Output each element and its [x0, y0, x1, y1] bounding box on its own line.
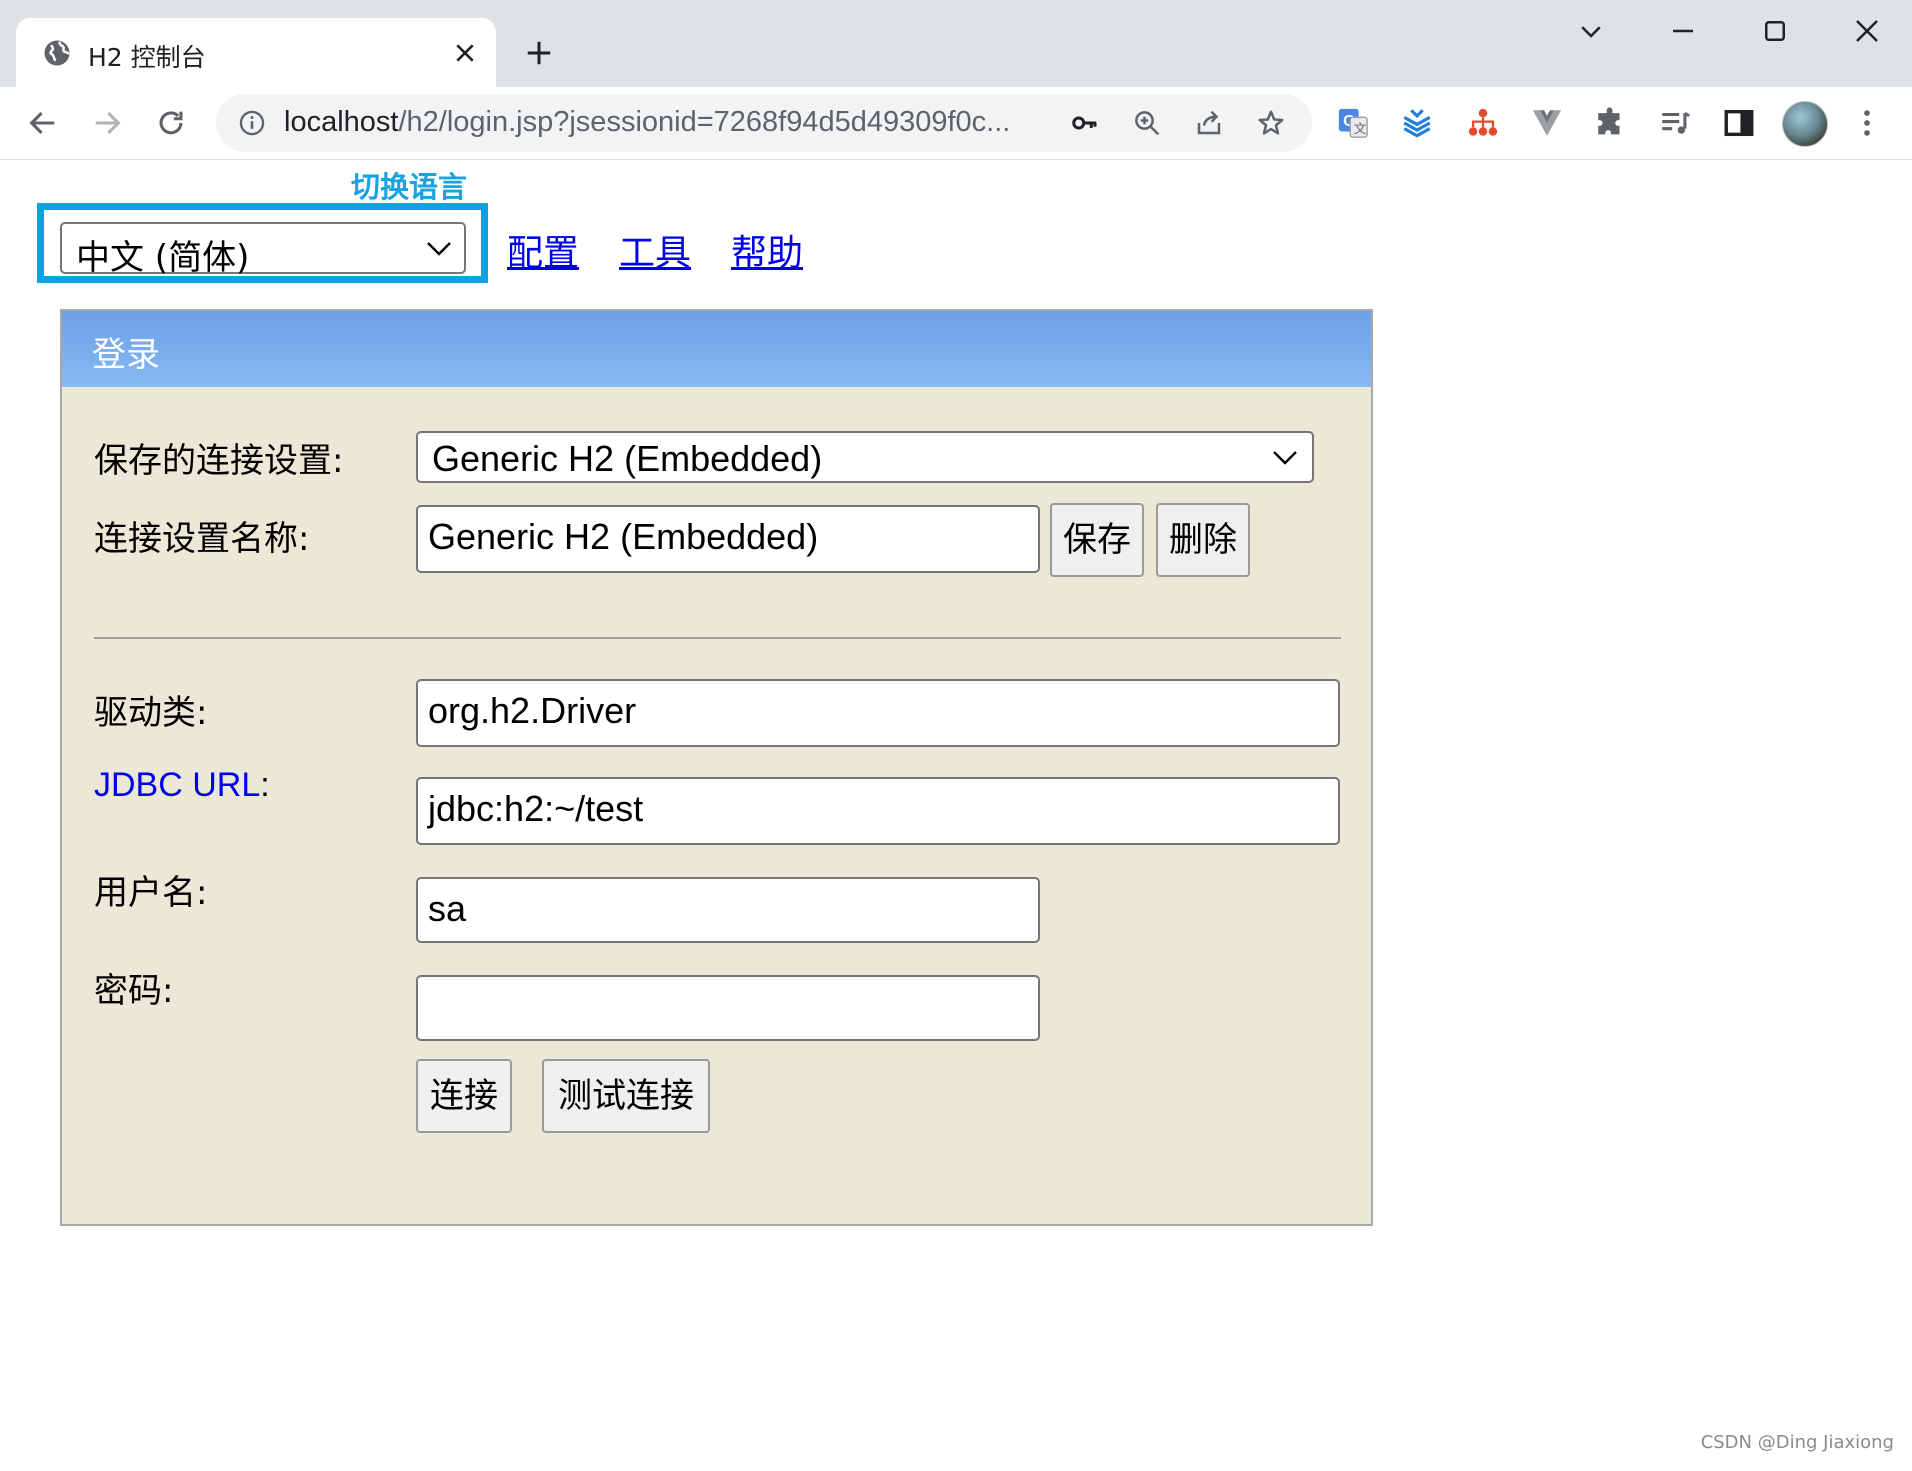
svg-text:文: 文: [1354, 122, 1367, 137]
driver-label: 驱动类:: [94, 693, 208, 733]
test-connection-button[interactable]: 测试连接: [542, 1059, 710, 1133]
jdbc-url-label: JDBC URL:: [94, 765, 270, 805]
reload-icon[interactable]: [154, 106, 188, 140]
extension-stack-icon[interactable]: [1400, 106, 1434, 140]
saved-settings-label: 保存的连接设置:: [94, 441, 344, 481]
vue-devtools-icon[interactable]: [1530, 106, 1564, 140]
settings-link[interactable]: 配置: [507, 224, 579, 276]
login-title: 登录: [92, 335, 160, 375]
watermark: CSDN @Ding Jiaxiong: [1700, 1432, 1894, 1453]
delete-button[interactable]: 删除: [1156, 503, 1250, 577]
language-select[interactable]: 中文 (简体): [60, 222, 466, 278]
side-panel-icon[interactable]: [1722, 106, 1756, 140]
driver-value: org.h2.Driver: [428, 690, 637, 731]
login-header: 登录: [62, 311, 1371, 387]
back-icon[interactable]: [26, 106, 60, 140]
globe-icon: [44, 40, 70, 66]
login-panel: 登录 保存的连接设置: Generic H2 (Embedded) 连接设置名称…: [60, 309, 1373, 1226]
password-label: 密码:: [94, 971, 174, 1011]
browser-tabstrip: H2 控制台: [0, 0, 1912, 87]
annotation-label: 切换语言: [351, 170, 468, 204]
jdbc-url-link[interactable]: JDBC URL: [94, 766, 260, 804]
close-icon[interactable]: [454, 42, 476, 64]
star-icon[interactable]: [1256, 108, 1286, 138]
puzzle-icon[interactable]: [1594, 106, 1628, 140]
profile-avatar[interactable]: [1782, 101, 1828, 147]
save-button[interactable]: 保存: [1050, 503, 1144, 577]
address-bar[interactable]: localhost/h2/login.jsp?jsessionid=7268f9…: [216, 94, 1312, 152]
window-close-icon[interactable]: [1852, 16, 1882, 46]
tab-title: H2 控制台: [88, 43, 206, 72]
browser-tab[interactable]: H2 控制台: [16, 18, 496, 87]
tools-link[interactable]: 工具: [619, 224, 691, 276]
zoom-icon[interactable]: [1132, 108, 1162, 138]
chevron-down-icon[interactable]: [1576, 16, 1606, 46]
url-text[interactable]: localhost/h2/login.jsp?jsessionid=7268f9…: [284, 106, 1064, 139]
extension-tree-icon[interactable]: [1466, 106, 1500, 140]
setting-name-input[interactable]: Generic H2 (Embedded): [416, 505, 1040, 573]
saved-settings-select[interactable]: Generic H2 (Embedded): [416, 431, 1314, 483]
minimize-icon[interactable]: [1668, 16, 1698, 46]
forward-icon[interactable]: [90, 106, 124, 140]
user-name-input[interactable]: sa: [416, 877, 1040, 943]
saved-settings-value: Generic H2 (Embedded): [432, 438, 823, 479]
jdbc-url-colon: :: [260, 766, 270, 804]
connect-button[interactable]: 连接: [416, 1059, 512, 1133]
driver-input[interactable]: org.h2.Driver: [416, 679, 1340, 747]
chevron-down-icon: [1273, 451, 1297, 465]
setting-name-label: 连接设置名称:: [94, 519, 310, 559]
info-icon[interactable]: [238, 109, 266, 137]
maximize-icon[interactable]: [1760, 16, 1790, 46]
new-tab-icon[interactable]: [524, 38, 554, 68]
help-link[interactable]: 帮助: [731, 224, 803, 276]
jdbc-url-input[interactable]: jdbc:h2:~/test: [416, 777, 1340, 845]
url-path: /h2/login.jsp?jsessionid=7268f94d5d49309…: [398, 106, 1011, 138]
key-icon[interactable]: [1070, 108, 1100, 138]
setting-name-value: Generic H2 (Embedded): [428, 516, 819, 557]
share-icon[interactable]: [1194, 108, 1224, 138]
divider: [94, 637, 1341, 639]
language-select-value: 中文 (简体): [76, 238, 250, 278]
chevron-down-icon: [427, 242, 451, 256]
page-content: 切换语言 中文 (简体) 配置 工具 帮助 登录 保存的连接设置: Generi…: [0, 160, 1912, 1471]
google-translate-icon[interactable]: G 文: [1336, 106, 1370, 140]
user-name-value: sa: [428, 888, 467, 929]
user-name-label: 用户名:: [94, 873, 208, 913]
more-vert-icon[interactable]: [1850, 106, 1884, 140]
reading-list-icon[interactable]: [1658, 106, 1692, 140]
password-input[interactable]: [416, 975, 1040, 1041]
jdbc-url-value: jdbc:h2:~/test: [428, 788, 644, 829]
browser-toolbar: localhost/h2/login.jsp?jsessionid=7268f9…: [0, 87, 1912, 160]
url-host: localhost: [284, 106, 399, 138]
